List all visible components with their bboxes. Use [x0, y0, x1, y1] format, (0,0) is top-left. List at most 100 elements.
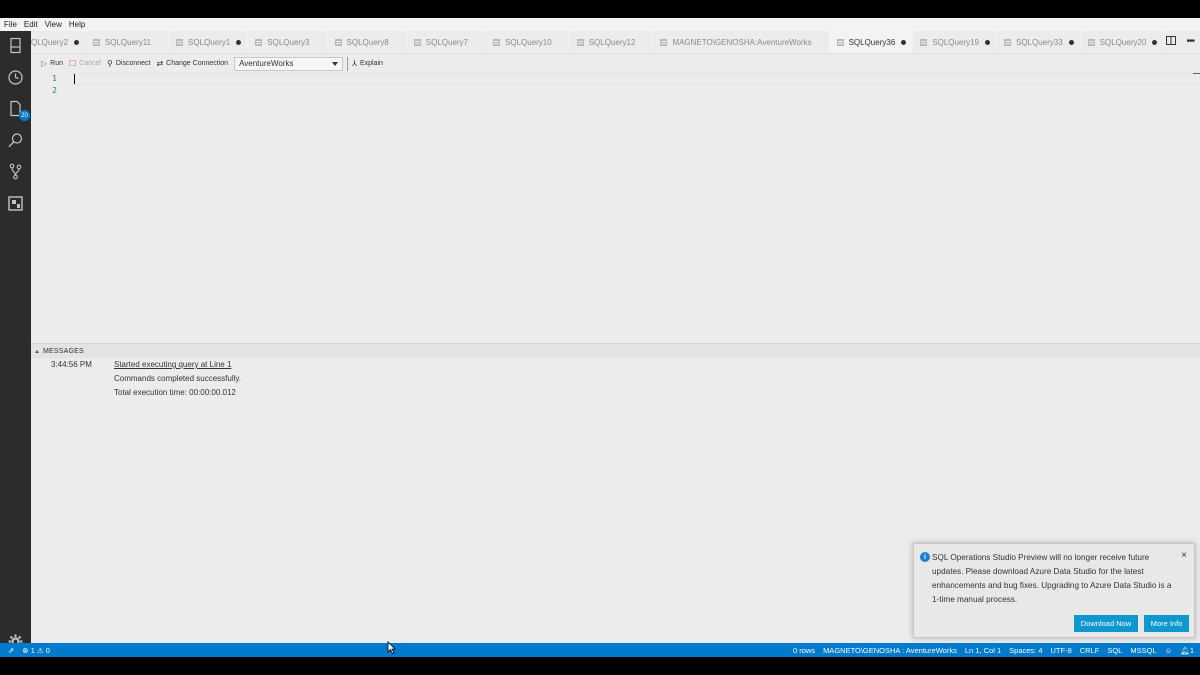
- remote-icon[interactable]: ⇗: [8, 646, 14, 655]
- warning-count: 0: [45, 645, 50, 655]
- query-editor[interactable]: 1 2: [31, 73, 1200, 343]
- menu-edit[interactable]: Edit: [24, 20, 38, 29]
- file-icon: [493, 38, 501, 46]
- more-actions-icon[interactable]: •••: [1186, 36, 1194, 47]
- servers-icon[interactable]: [6, 36, 25, 55]
- connection-status[interactable]: MAGNETO\GENOSHA : AventureWorks: [823, 646, 957, 655]
- disconnect-icon: ⚲: [106, 59, 113, 68]
- menu-help[interactable]: Help: [69, 20, 85, 29]
- messages-header[interactable]: MESSAGES: [31, 343, 1200, 358]
- tab-9[interactable]: SQLQuery36: [829, 31, 914, 53]
- tab-8[interactable]: MAGNETO\GENOSHA:AventureWorks: [653, 31, 830, 53]
- notification-text: SQL Operations Studio Preview will no lo…: [932, 553, 1172, 604]
- notification-count: 1: [1189, 645, 1194, 655]
- cancel-button[interactable]: ☐ Cancel: [69, 59, 101, 68]
- tab-12[interactable]: SQLQuery20: [1081, 31, 1165, 53]
- unsaved-dot-icon[interactable]: [236, 39, 242, 45]
- unsaved-dot-icon[interactable]: [901, 39, 907, 45]
- line-number-1: 1: [52, 74, 57, 83]
- unsaved-dot-icon[interactable]: [73, 39, 79, 45]
- tab-label: SQLQuery36: [848, 37, 896, 47]
- notifications-indicator[interactable]: 🔔︎1: [1180, 646, 1194, 655]
- tab-5[interactable]: SQLQuery7: [407, 31, 487, 53]
- problems-indicator[interactable]: ⊗ 1 ⚠ 0: [22, 646, 50, 655]
- tab-label: QLQuery2: [31, 37, 68, 47]
- cursor-position[interactable]: Ln 1, Col 1: [965, 646, 1001, 655]
- scrollbar[interactable]: [1193, 73, 1200, 74]
- menu-view[interactable]: View: [45, 20, 62, 29]
- history-icon[interactable]: [6, 68, 25, 87]
- status-bar: ⇗ ⊗ 1 ⚠ 0 0 rows MAGNETO\GENOSHA : Avent…: [0, 643, 1200, 657]
- tab-1[interactable]: SQLQuery11: [86, 31, 170, 53]
- chevron-down-icon: [332, 61, 339, 66]
- row-count: 0 rows: [792, 645, 816, 655]
- encoding[interactable]: UTF-8: [1051, 646, 1072, 655]
- tab-label: SQLQuery3: [267, 37, 310, 47]
- tab-label: SQLQuery19: [932, 37, 979, 47]
- message-link[interactable]: Started executing query at Line 1: [114, 360, 231, 369]
- tab-11[interactable]: SQLQuery33: [997, 31, 1081, 53]
- feedback-icon[interactable]: ☺: [1165, 646, 1173, 655]
- tab-actions: •••: [1166, 36, 1195, 47]
- file-icon: [176, 38, 184, 46]
- language-mode[interactable]: SQL: [1107, 646, 1122, 655]
- error-count: 1: [30, 645, 35, 655]
- file-icon: [1087, 38, 1095, 46]
- run-button[interactable]: ▷ Run: [41, 59, 63, 68]
- tab-0[interactable]: QLQuery2: [31, 31, 86, 53]
- editor-tabs: QLQuery2 SQLQuery11 SQLQuery1 SQLQuery3 SQLQ…: [31, 31, 1200, 54]
- collapse-icon: [35, 349, 39, 353]
- explorer-icon[interactable]: 20: [6, 99, 30, 121]
- activity-bar: 20: [0, 31, 31, 649]
- unsaved-dot-icon[interactable]: [1068, 39, 1074, 45]
- tab-label: SQLQuery8: [346, 37, 389, 47]
- run-label: Run: [50, 60, 63, 67]
- error-icon: ⊗: [22, 645, 29, 655]
- message-line: Commands completed successfully.: [114, 374, 242, 383]
- tab-label: SQLQuery7: [425, 37, 469, 47]
- tab-4[interactable]: SQLQuery8: [328, 31, 407, 53]
- tab-6[interactable]: SQLQuery10: [486, 31, 570, 53]
- tab-label: SQLQuery20: [1099, 37, 1147, 47]
- message-time: 3:44:56 PM: [51, 360, 92, 369]
- explain-button[interactable]: ⅄ Explain: [352, 59, 383, 68]
- more-info-button[interactable]: More Info: [1144, 615, 1189, 632]
- info-icon: i: [920, 552, 930, 562]
- menu-file[interactable]: File: [4, 20, 17, 29]
- file-icon: [576, 38, 584, 46]
- file-icon: [1003, 38, 1011, 46]
- line-number-2: 2: [52, 86, 57, 95]
- line-ending[interactable]: CRLF: [1080, 646, 1100, 655]
- file-icon: [334, 38, 342, 46]
- database-select[interactable]: AventureWorks: [234, 56, 344, 71]
- database-select-value: AventureWorks: [239, 59, 294, 68]
- close-icon[interactable]: ×: [1181, 550, 1187, 561]
- tab-label: SQLQuery12: [588, 37, 636, 47]
- tab-2[interactable]: SQLQuery1: [169, 31, 249, 53]
- tab-label: SQLQuery33: [1015, 37, 1063, 47]
- search-icon[interactable]: [6, 131, 25, 150]
- notification-toast: i SQL Operations Studio Preview will no …: [913, 543, 1195, 638]
- extensions-icon[interactable]: [6, 194, 25, 213]
- disconnect-button[interactable]: ⚲ Disconnect: [107, 59, 151, 68]
- split-editor-icon[interactable]: [1166, 36, 1177, 47]
- toolbar-separator: [347, 56, 349, 71]
- unsaved-dot-icon[interactable]: [984, 39, 990, 45]
- cancel-icon: ☐: [69, 59, 77, 68]
- unsaved-dot-icon[interactable]: [1152, 39, 1158, 45]
- message-line: Total execution time: 00:00:00.012: [114, 388, 236, 397]
- tab-3[interactable]: SQLQuery3: [248, 31, 328, 53]
- warning-icon: ⚠: [36, 645, 44, 655]
- explain-label: Explain: [359, 60, 383, 67]
- provider[interactable]: MSSQL: [1130, 646, 1156, 655]
- source-control-icon[interactable]: [6, 162, 25, 181]
- tab-7[interactable]: SQLQuery12: [570, 31, 654, 53]
- app-window: File Edit View Help 20 QLQuery2 SQLQuery1…: [0, 18, 1200, 657]
- download-now-button[interactable]: Download Now: [1074, 615, 1138, 632]
- file-icon: [413, 38, 421, 46]
- indentation[interactable]: Spaces: 4: [1009, 646, 1042, 655]
- change-connection-button[interactable]: ⇄ Change Connection: [156, 59, 228, 68]
- current-line-highlight: [71, 73, 1200, 85]
- mouse-pointer-icon: [387, 641, 396, 654]
- tab-10[interactable]: SQLQuery19: [913, 31, 997, 53]
